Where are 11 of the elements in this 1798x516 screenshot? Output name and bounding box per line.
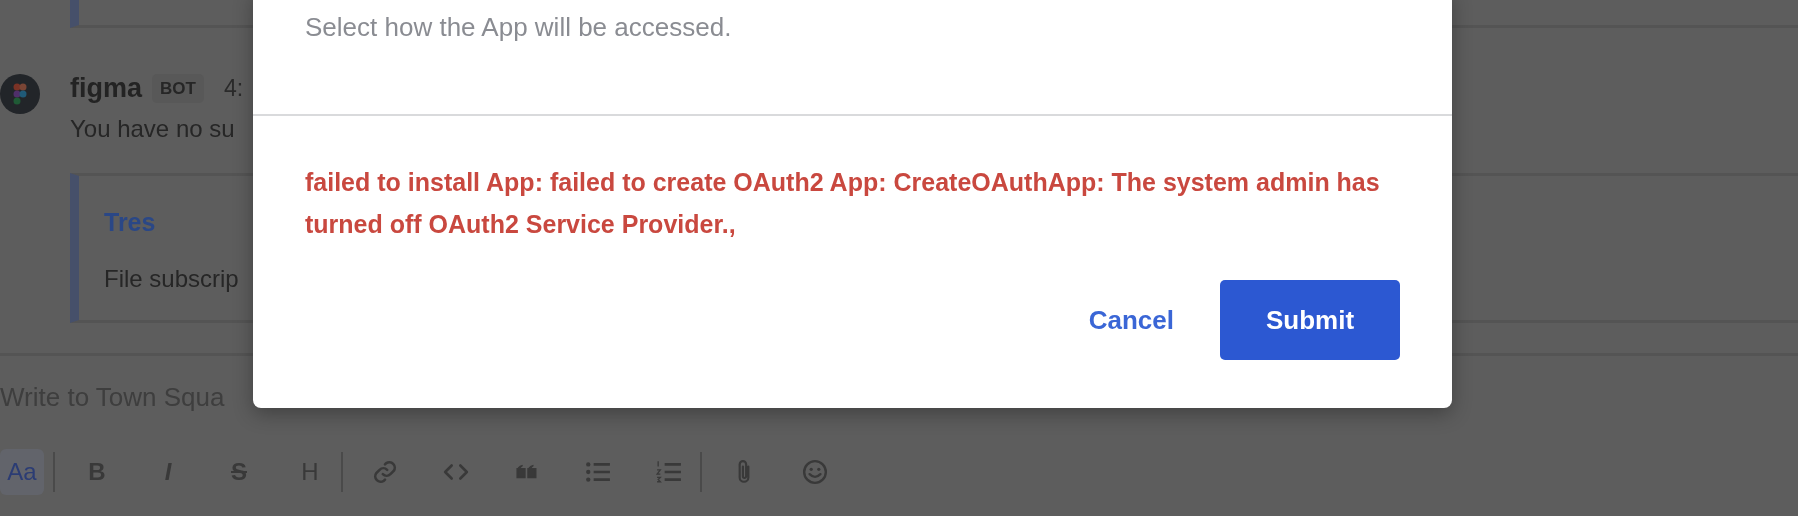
- link-icon[interactable]: [372, 458, 398, 485]
- error-message: failed to install App: failed to create OAuth2 App: CreateOAuthApp: The system admin has turned off OAuth2 Service Provider.,: [305, 167, 1380, 240]
- app-logo-icon: [13, 83, 27, 105]
- message-text: You have no su: [70, 113, 236, 144]
- smiley-icon[interactable]: [802, 458, 828, 485]
- cancel-button[interactable]: Cancel: [1088, 300, 1174, 340]
- author-name[interactable]: figma: [70, 68, 142, 109]
- submit-button[interactable]: Submit: [1220, 280, 1400, 360]
- format-button[interactable]: Aa: [0, 448, 44, 495]
- help-text: Select how the App will be accessed.: [305, 11, 733, 44]
- numbered-list-icon[interactable]: [656, 458, 682, 485]
